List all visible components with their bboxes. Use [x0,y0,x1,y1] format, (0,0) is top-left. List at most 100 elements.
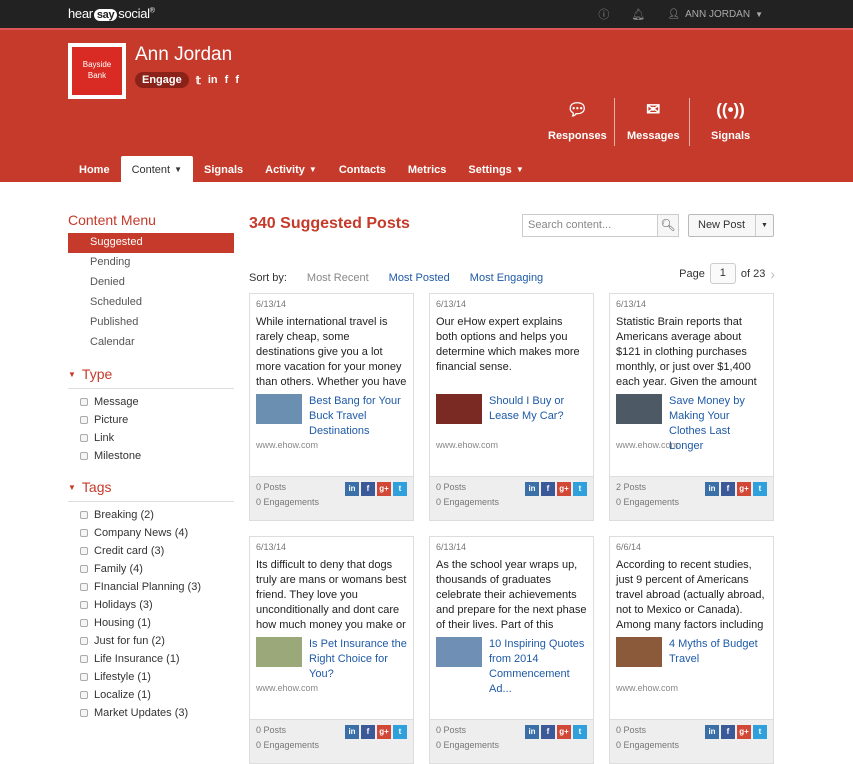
linkedin-icon[interactable]: in [705,482,719,496]
tag-checkbox[interactable]: Life Insurance (1) [68,650,234,668]
messages-button[interactable]: ✉ Messages [627,100,680,142]
signals-button[interactable]: ((•)) Signals [711,100,750,142]
link-thumbnail[interactable] [256,637,302,667]
facebook-icon[interactable]: f [361,482,375,496]
link-title[interactable]: Is Pet Insurance the Right Choice for Yo… [309,637,407,683]
type-section-toggle[interactable]: ▼ Type [68,366,234,389]
twitter-icon[interactable]: t [393,482,407,496]
checkbox[interactable] [80,547,88,555]
tags-section-toggle[interactable]: ▼ Tags [68,479,234,502]
sidebar-item-published[interactable]: Published [68,313,234,333]
tab-content[interactable]: Content ▼ [120,156,194,184]
linkedin-icon[interactable]: in [705,725,719,739]
tab-home[interactable]: Home [68,156,121,184]
search-input[interactable]: Search content... [522,214,679,237]
tag-checkbox[interactable]: Breaking (2) [68,506,234,524]
user-menu[interactable]: 👤︎ ANN JORDAN ▼ [667,9,763,20]
facebook-icon[interactable]: f [721,482,735,496]
tab-settings[interactable]: Settings ▼ [457,156,534,184]
tag-checkbox[interactable]: FInancial Planning (3) [68,578,234,596]
type-picture-checkbox[interactable]: Picture [68,411,234,429]
sort-most-posted[interactable]: Most Posted [389,272,450,284]
checkbox[interactable] [80,619,88,627]
google-plus-icon[interactable]: g+ [377,482,391,496]
tag-checkbox[interactable]: Just for fun (2) [68,632,234,650]
type-message-checkbox[interactable]: Message [68,393,234,411]
twitter-icon[interactable]: t [753,482,767,496]
checkbox[interactable] [80,709,88,717]
checkbox[interactable] [80,565,88,573]
type-link-checkbox[interactable]: Link [68,429,234,447]
link-title[interactable]: 10 Inspiring Quotes from 2014 Commenceme… [489,637,587,695]
link-thumbnail[interactable] [436,394,482,424]
link-thumbnail[interactable] [256,394,302,424]
linkedin-icon[interactable]: in [345,482,359,496]
link-title[interactable]: Save Money by Making Your Clothes Last L… [669,394,767,452]
link-title[interactable]: 4 Myths of Budget Travel [669,637,767,683]
engage-badge[interactable]: Engage [135,72,189,88]
checkbox[interactable] [80,601,88,609]
checkbox[interactable] [80,691,88,699]
facebook-icon[interactable]: f [721,725,735,739]
tag-checkbox[interactable]: Housing (1) [68,614,234,632]
tag-checkbox[interactable]: Lifestyle (1) [68,668,234,686]
hearsay-logo[interactable]: hear say social® [68,6,155,21]
type-milestone-checkbox[interactable]: Milestone [68,447,234,465]
linkedin-icon[interactable]: in [345,725,359,739]
checkbox[interactable] [80,673,88,681]
google-plus-icon[interactable]: g+ [557,725,571,739]
checkbox[interactable] [80,583,88,591]
link-thumbnail[interactable] [616,637,662,667]
checkbox[interactable] [80,529,88,537]
link-title[interactable]: Should I Buy or Lease My Car? [489,394,587,440]
google-plus-icon[interactable]: g+ [737,725,751,739]
checkbox[interactable] [80,511,88,519]
tag-checkbox[interactable]: Market Updates (3) [68,704,234,722]
new-post-button[interactable]: New Post ▼ [688,214,774,237]
facebook-icon[interactable]: f [541,725,555,739]
post-card[interactable]: 6/13/14 While international travel is rar… [249,293,414,521]
chevron-right-icon[interactable]: › [770,266,775,282]
linkedin-icon[interactable]: in [208,74,218,86]
sort-most-recent[interactable]: Most Recent [307,272,369,284]
twitter-icon[interactable]: 𝕥 [196,74,201,87]
chevron-down-icon[interactable]: ▼ [755,215,773,236]
sidebar-item-suggested[interactable]: Suggested [68,233,234,253]
sort-most-engaging[interactable]: Most Engaging [470,272,543,284]
checkbox[interactable] [80,655,88,663]
facebook-icon[interactable]: f [225,74,229,86]
info-icon[interactable]: ⓘ [598,6,609,22]
facebook-icon[interactable]: f [541,482,555,496]
tab-contacts[interactable]: Contacts [328,156,397,184]
post-card[interactable]: 6/13/14 Our eHow expert explains both opt… [429,293,594,521]
twitter-icon[interactable]: t [393,725,407,739]
google-plus-icon[interactable]: g+ [377,725,391,739]
responses-button[interactable]: 💬︎ Responses [548,100,607,142]
sidebar-item-pending[interactable]: Pending [68,253,234,273]
link-title[interactable]: Best Bang for Your Buck Travel Destinati… [309,394,407,440]
google-plus-icon[interactable]: g+ [557,482,571,496]
page-number-input[interactable]: 1 [709,263,736,284]
tab-activity[interactable]: Activity ▼ [254,156,328,184]
linkedin-icon[interactable]: in [525,482,539,496]
tab-metrics[interactable]: Metrics [397,156,458,184]
sidebar-item-denied[interactable]: Denied [68,273,234,293]
tab-signals[interactable]: Signals [193,156,254,184]
tag-checkbox[interactable]: Credit card (3) [68,542,234,560]
sidebar-item-scheduled[interactable]: Scheduled [68,293,234,313]
tag-checkbox[interactable]: Holidays (3) [68,596,234,614]
tag-checkbox[interactable]: Localize (1) [68,686,234,704]
linkedin-icon[interactable]: in [525,725,539,739]
facebook-icon[interactable]: f [361,725,375,739]
tag-checkbox[interactable]: Company News (4) [68,524,234,542]
twitter-icon[interactable]: t [753,725,767,739]
google-plus-icon[interactable]: g+ [737,482,751,496]
facebook-page-icon[interactable]: f [235,74,239,86]
bell-icon[interactable]: 🔔︎ [631,8,645,21]
search-button[interactable]: 🔍︎ [657,214,679,237]
twitter-icon[interactable]: t [573,725,587,739]
sidebar-item-calendar[interactable]: Calendar [68,333,234,353]
link-thumbnail[interactable] [616,394,662,424]
checkbox[interactable] [80,637,88,645]
tag-checkbox[interactable]: Family (4) [68,560,234,578]
